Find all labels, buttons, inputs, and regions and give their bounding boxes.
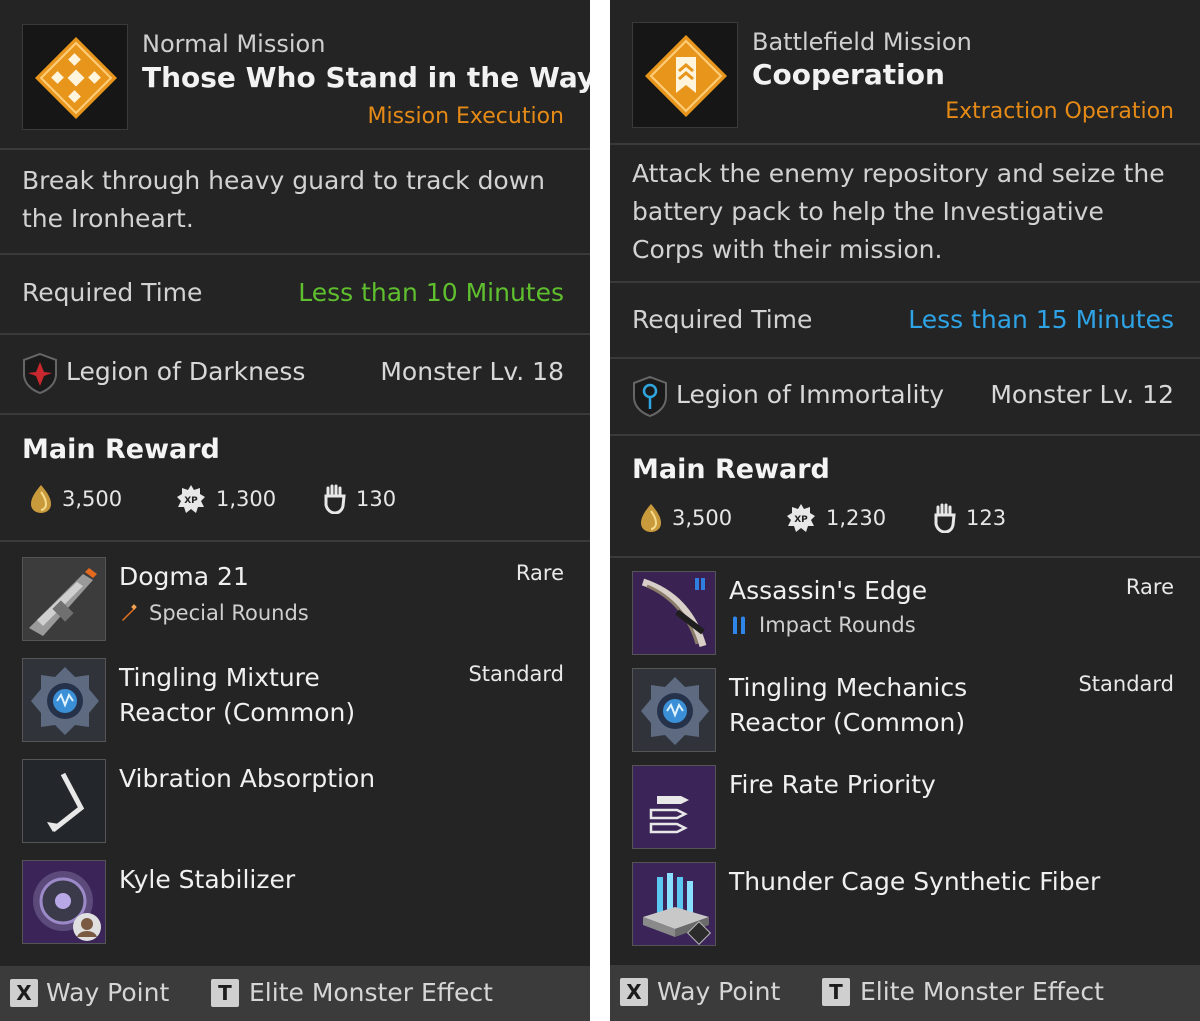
mastery-reward: 123 [934, 503, 1006, 533]
item-name: Fire Rate Priority [729, 770, 936, 799]
mission-type: Normal Mission [142, 30, 326, 58]
gold-icon [641, 504, 661, 532]
item-name: Thunder Cage Synthetic Fiber [729, 867, 1101, 896]
waypoint-key[interactable]: X [10, 979, 38, 1007]
main-reward-title: Main Reward [632, 454, 830, 485]
legion-darkness-icon [23, 352, 57, 394]
xp-icon: XP [787, 504, 815, 532]
gold-amount: 3,500 [62, 487, 123, 511]
item-name: Assassin's Edge [729, 576, 928, 605]
faction-name: Legion of Immortality [676, 380, 945, 409]
item-grade: Standard [1078, 672, 1174, 696]
mission-type: Battlefield Mission [752, 28, 972, 56]
xp-amount: 1,300 [216, 487, 277, 511]
xp-icon: XP [177, 485, 205, 513]
reactor-thumbnail [22, 658, 106, 742]
legion-immortality-icon [633, 375, 667, 417]
divider [610, 143, 1200, 145]
faction-name: Legion of Darkness [66, 357, 306, 386]
item-name: Tingling Mixture Reactor (Common) [119, 663, 356, 727]
mastery-reward: 130 [324, 484, 396, 514]
reward-item[interactable]: Assassin's Edge Impact Rounds Rare [632, 571, 1176, 657]
mastery-hand-icon [324, 484, 346, 514]
gold-reward: 3,500 [640, 503, 732, 533]
item-ammo-type: Impact Rounds [729, 613, 916, 637]
divider [0, 413, 590, 415]
item-grade: Rare [515, 561, 564, 585]
waypoint-label[interactable]: Way Point [46, 978, 169, 1007]
xp-reward: XP 1,230 [786, 503, 886, 533]
item-name: Kyle Stabilizer [119, 865, 296, 894]
mission-icon [632, 22, 738, 128]
elite-effect-label[interactable]: Elite Monster Effect [860, 977, 1104, 1006]
component-thumbnail [22, 860, 106, 944]
divider [610, 281, 1200, 283]
xp-amount: 1,230 [826, 506, 887, 530]
elite-effect-key[interactable]: T [822, 978, 850, 1006]
battlefield-mission-icon [645, 35, 727, 117]
mission-description: Attack the enemy repository and seize th… [632, 159, 1165, 264]
item-name: Vibration Absorption [119, 764, 376, 793]
monster-level: Monster Lv. 12 [990, 380, 1174, 409]
reward-item[interactable]: Thunder Cage Synthetic Fiber [632, 862, 1176, 948]
mission-category: Mission Execution [367, 104, 565, 129]
required-time-value: Less than 10 Minutes [298, 278, 564, 307]
item-name: Dogma 21 [119, 562, 249, 591]
reward-item[interactable]: Fire Rate Priority [632, 765, 1176, 851]
divider [610, 556, 1200, 558]
mission-title: Cooperation [752, 58, 945, 91]
module-thumbnail [22, 759, 106, 843]
special-rounds-icon [122, 604, 137, 621]
elite-effect-label[interactable]: Elite Monster Effect [249, 978, 493, 1007]
divider [610, 434, 1200, 436]
required-time-value: Less than 15 Minutes [908, 305, 1174, 334]
mastery-amount: 130 [356, 487, 397, 511]
item-grade: Rare [1125, 575, 1174, 599]
crossbow-thumbnail [632, 571, 716, 655]
gold-amount: 3,500 [672, 506, 733, 530]
xp-reward: XP 1,300 [176, 484, 276, 514]
divider [0, 148, 590, 150]
mission-title: Those Who Stand in the Way [142, 61, 590, 94]
reward-item[interactable]: Kyle Stabilizer [22, 860, 566, 946]
required-time-label: Required Time [22, 278, 203, 307]
waypoint-label[interactable]: Way Point [657, 977, 780, 1006]
divider [0, 333, 590, 335]
divider [0, 253, 590, 255]
footer-bar: X Way Point T Elite Monster Effect [610, 965, 1200, 1021]
mission-description: Break through heavy guard to track down … [22, 166, 546, 233]
material-thumbnail [632, 862, 716, 946]
divider [610, 357, 1200, 359]
reward-item[interactable]: Vibration Absorption [22, 759, 566, 845]
gold-reward: 3,500 [30, 484, 122, 514]
main-reward-title: Main Reward [22, 434, 220, 465]
item-grade: Standard [468, 662, 564, 686]
reward-item[interactable]: Tingling Mechanics Reactor (Common) Stan… [632, 668, 1176, 754]
svg-text:XP: XP [184, 496, 198, 506]
mastery-amount: 123 [966, 506, 1007, 530]
svg-text:XP: XP [794, 515, 808, 525]
gun-thumbnail [22, 557, 106, 641]
normal-mission-icon [35, 37, 117, 119]
mission-icon [22, 24, 128, 130]
reactor-thumbnail [632, 668, 716, 752]
reward-item[interactable]: Tingling Mixture Reactor (Common) Standa… [22, 658, 566, 744]
gold-icon [31, 485, 51, 513]
reward-item[interactable]: Dogma 21 Special Rounds Rare [22, 557, 566, 643]
mastery-hand-icon [934, 503, 956, 533]
footer-bar: X Way Point T Elite Monster Effect [0, 966, 590, 1021]
waypoint-key[interactable]: X [620, 978, 648, 1006]
mission-panel-right: Battlefield Mission Cooperation Extracti… [610, 0, 1200, 1021]
divider [0, 540, 590, 542]
bullets-module-thumbnail [632, 765, 716, 849]
required-time-label: Required Time [632, 305, 813, 334]
item-name: Tingling Mechanics Reactor (Common) [729, 673, 968, 737]
impact-rounds-icon [733, 616, 745, 634]
mission-panel-left: Normal Mission Those Who Stand in the Wa… [0, 0, 590, 1021]
item-ammo-type: Special Rounds [119, 601, 309, 625]
monster-level: Monster Lv. 18 [380, 357, 564, 386]
elite-effect-key[interactable]: T [211, 979, 239, 1007]
mission-category: Extraction Operation [945, 99, 1174, 124]
